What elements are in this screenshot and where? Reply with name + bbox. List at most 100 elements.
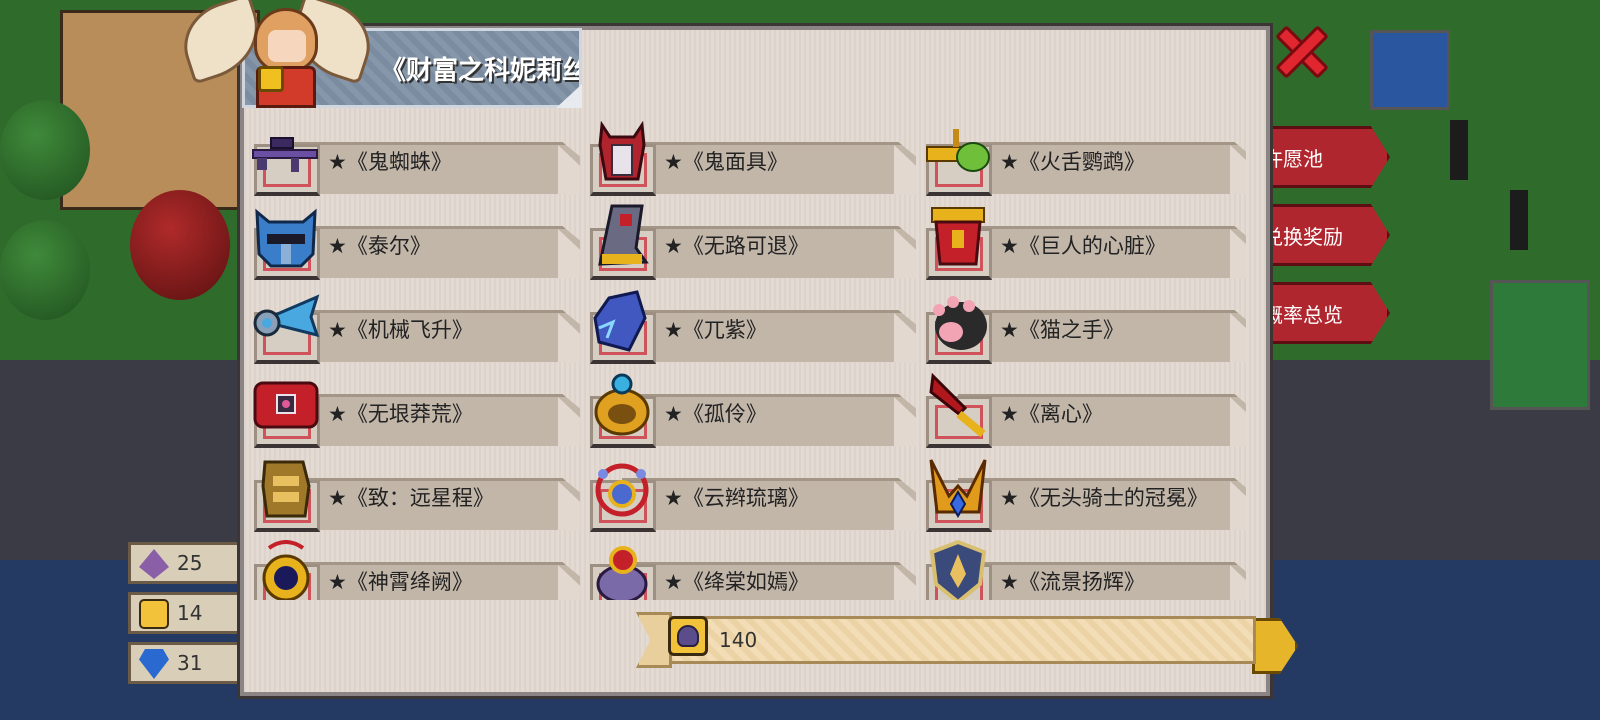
item-cell[interactable]: ★《流景扬辉》 (918, 536, 1246, 600)
red-belt-icon-art (253, 381, 319, 429)
pool-tile (1370, 30, 1450, 110)
item-name: ★《泰尔》 (328, 234, 431, 258)
horned-crown-icon-art (929, 459, 987, 518)
item-name: ★《火舌鹦鹉》 (1000, 150, 1145, 174)
coin-icon (139, 599, 169, 629)
armored-boot-icon (586, 204, 658, 270)
tree (130, 190, 230, 300)
item-row: ★《鬼蜘蛛》 ★《鬼面具》 ★《火舌鹦鹉》 (246, 116, 1246, 200)
item-cell[interactable]: ★《机械飞升》 (246, 284, 580, 368)
golden-gauntlet-icon (250, 456, 322, 522)
red-armor-icon (922, 204, 994, 270)
item-row: ★《无垠莽荒》 ★《孤伶》 ★《离心》 (246, 368, 1246, 452)
item-cell[interactable]: ★《鬼蜘蛛》 (246, 116, 580, 200)
item-cell[interactable]: ★《猫之手》 (918, 284, 1246, 368)
token-coin-icon (668, 616, 708, 656)
item-name: ★《猫之手》 (1000, 318, 1124, 342)
token-count: 140 (719, 628, 758, 652)
tree (0, 100, 90, 200)
shield-crest-icon (922, 540, 994, 600)
item-cell[interactable]: ★《神霄绛阙》 (246, 536, 580, 600)
parrot-gun-icon-art (926, 129, 990, 172)
armored-boot-icon-art (598, 204, 649, 266)
item-name: ★《鬼面具》 (664, 150, 788, 174)
crystal-icon (139, 549, 169, 579)
gold-ring-icon-art (594, 373, 650, 436)
item-name: ★《孤伶》 (664, 402, 767, 426)
coin-value: 14 (177, 601, 203, 625)
garden-tile (1490, 280, 1590, 410)
item-cell[interactable]: ★《云辫琉璃》 (582, 452, 916, 536)
sniper-rifle-icon (250, 120, 322, 186)
knight-helmet-icon-art (255, 208, 317, 268)
item-name: ★《兀紫》 (664, 318, 767, 342)
item-row: ★《致：远星程》 ★《云辫琉璃》 ★《无头骑士的冠冕》 (246, 452, 1246, 536)
item-cell[interactable]: ★《巨人的心脏》 (918, 200, 1246, 284)
item-name: ★《无垠莽荒》 (328, 402, 473, 426)
demon-mask-icon (586, 120, 658, 186)
probability-overview-label: 概率总览 (1263, 302, 1343, 327)
item-grid: ★《鬼蜘蛛》 ★《鬼面具》 ★《火舌鹦鹉》 ★《泰尔》 ★《无路可退》 ★《巨人… (246, 116, 1246, 600)
item-cell[interactable]: ★《兀紫》 (582, 284, 916, 368)
dialog-title-text: 《财富之科妮莉丝》 (380, 55, 579, 86)
knight-helmet-icon (250, 204, 322, 270)
item-name: ★《致：远星程》 (328, 486, 494, 510)
horned-crown-icon (922, 456, 994, 522)
item-cell[interactable]: ★《无垠莽荒》 (246, 368, 580, 452)
item-row: ★《泰尔》 ★《无路可退》 ★《巨人的心脏》 (246, 200, 1246, 284)
crystal-value: 25 (177, 551, 203, 575)
ruby-ring-icon-art (596, 546, 648, 600)
character-face (268, 30, 306, 62)
item-name: ★《机械飞升》 (328, 318, 473, 342)
item-name: ★《鬼蜘蛛》 (328, 150, 452, 174)
item-cell[interactable]: ★《泰尔》 (246, 200, 580, 284)
item-name: ★《巨人的心脏》 (1000, 234, 1166, 258)
close-button[interactable] (1272, 22, 1332, 82)
red-dagger-icon (922, 372, 994, 438)
item-cell[interactable]: ★《无头骑士的冠冕》 (918, 452, 1246, 536)
item-name: ★《无路可退》 (664, 234, 809, 258)
item-cell[interactable]: ★《无路可退》 (582, 200, 916, 284)
coin-face (677, 625, 699, 647)
gold-ring-icon (586, 372, 658, 438)
lamp-post (1510, 190, 1528, 250)
character-portrait (173, 0, 381, 112)
mech-wing-icon (250, 288, 322, 354)
item-cell[interactable]: ★《绛棠如嫣》 (582, 536, 916, 600)
wish-pool-label: 许愿池 (1263, 146, 1323, 171)
item-name: ★《绛棠如嫣》 (664, 570, 809, 594)
golden-gauntlet-icon-art (261, 460, 311, 518)
lamp-post (1450, 120, 1468, 180)
item-cell[interactable]: ★《孤伶》 (582, 368, 916, 452)
orb-necklace-icon (586, 456, 658, 522)
item-name: ★《流景扬辉》 (1000, 570, 1145, 594)
item-row: ★《机械飞升》 ★《兀紫》 ★《猫之手》 (246, 284, 1246, 368)
item-cell[interactable]: ★《致：远星程》 (246, 452, 580, 536)
item-cell[interactable]: ★《离心》 (918, 368, 1246, 452)
token-counter: 140 (656, 616, 1256, 664)
item-row: ★《神霄绛阙》 ★《绛棠如嫣》 ★《流景扬辉》 (246, 536, 1246, 600)
mech-wing-icon-art (253, 294, 320, 338)
cat-paw-icon (922, 288, 994, 354)
red-dagger-icon-art (929, 372, 986, 438)
red-armor-icon-art (931, 207, 985, 266)
item-name: ★《离心》 (1000, 402, 1103, 426)
redeem-reward-label: 兑换奖励 (1263, 224, 1343, 249)
gem-icon (139, 649, 169, 679)
sniper-rifle-icon-art (252, 137, 318, 172)
purple-gauntlet-icon-art (593, 290, 647, 352)
item-cell[interactable]: ★《鬼面具》 (582, 116, 916, 200)
item-name: ★《神霄绛阙》 (328, 570, 473, 594)
gold-item-icon (258, 66, 284, 92)
gem-value: 31 (177, 651, 203, 675)
orb-necklace-icon-art (595, 463, 649, 517)
dark-orb-amulet-icon (250, 540, 322, 600)
item-cell[interactable]: ★《火舌鹦鹉》 (918, 116, 1246, 200)
item-name: ★《云辫琉璃》 (664, 486, 809, 510)
demon-mask-icon-art (598, 121, 646, 181)
item-name: ★《无头骑士的冠冕》 (1000, 486, 1208, 510)
shield-crest-icon-art (929, 540, 987, 600)
dark-orb-amulet-icon-art (262, 540, 310, 600)
parrot-gun-icon (922, 120, 994, 186)
ruby-ring-icon (586, 540, 658, 600)
